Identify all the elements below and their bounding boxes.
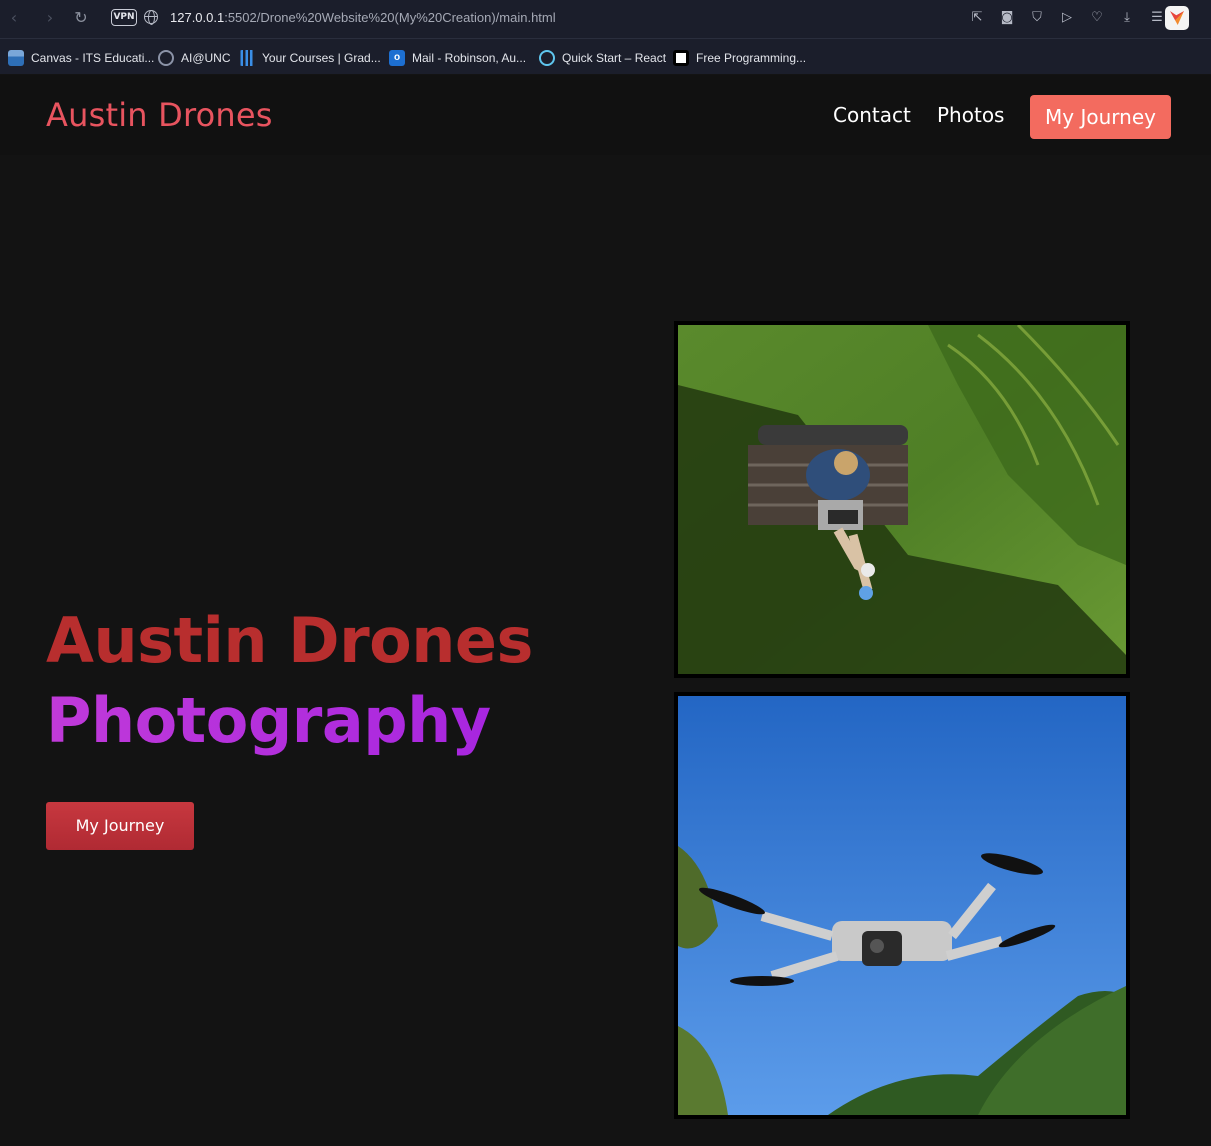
hero-title-line2: Photography	[46, 681, 533, 761]
bookmark-mail[interactable]: o Mail - Robinson, Au...	[389, 50, 526, 66]
share-icon[interactable]: ⇱	[969, 9, 985, 27]
site-header: Austin Drones Contact Photos My Journey	[0, 75, 1211, 155]
vivaldi-icon[interactable]	[1165, 6, 1189, 30]
nav-my-journey-button[interactable]: My Journey	[1030, 95, 1171, 139]
bar-chart-icon	[239, 50, 255, 66]
shield-icon[interactable]: ⛉	[1029, 9, 1045, 27]
drone-in-sky-image	[678, 696, 1126, 1115]
bookmark-label: Mail - Robinson, Au...	[412, 51, 527, 65]
bookmark-label: Canvas - ITS Educati...	[31, 51, 155, 65]
bookmarks-bar: Canvas - ITS Educati... AI@UNC Your Cour…	[0, 38, 1211, 74]
globe-icon	[144, 10, 158, 25]
person-on-bench-image	[678, 325, 1126, 674]
outlook-icon: o	[389, 50, 405, 66]
ai-icon	[158, 50, 174, 66]
back-icon[interactable]: ‹	[4, 8, 24, 28]
reload-icon[interactable]: ↻	[71, 8, 91, 28]
bookmark-label: Quick Start – React	[562, 51, 667, 65]
hero-my-journey-button[interactable]: My Journey	[46, 802, 194, 850]
camera-icon[interactable]: ◙	[999, 9, 1015, 27]
bookmark-canvas[interactable]: Canvas - ITS Educati...	[8, 50, 154, 66]
bookmark-courses[interactable]: Your Courses | Grad...	[239, 50, 381, 66]
bookmark-label: AI@UNC	[181, 51, 231, 65]
bookmark-freecodecamp[interactable]: Free Programming...	[673, 50, 806, 66]
freecodecamp-icon	[673, 50, 689, 66]
url-host: 127.0.0.1	[170, 10, 225, 25]
heart-icon[interactable]: ♡	[1089, 9, 1105, 27]
canvas-icon	[8, 50, 24, 66]
toolbar-icons: ⇱ ◙ ⛉ ▷ ♡ ⤓ ☰	[969, 9, 1165, 27]
url-path: :5502/Drone%20Website%20(My%20Creation)/…	[224, 10, 556, 25]
bookmark-label: Your Courses | Grad...	[262, 51, 381, 65]
hero-title-line1: Austin Drones	[46, 604, 533, 677]
vpn-badge[interactable]: VPN	[111, 9, 137, 26]
bookmark-ai-unc[interactable]: AI@UNC	[158, 50, 231, 66]
hero-title: Austin Drones Photography	[46, 601, 533, 761]
forward-icon[interactable]: ›	[40, 8, 60, 28]
photo-person-on-bench	[674, 321, 1130, 678]
play-icon[interactable]: ▷	[1059, 9, 1075, 27]
react-icon	[539, 50, 555, 66]
web-page: Austin Drones Contact Photos My Journey …	[0, 75, 1211, 1146]
bookmark-react[interactable]: Quick Start – React	[539, 50, 666, 66]
browser-toolbar: ‹ › ↻ VPN 127.0.0.1:5502/Drone%20Website…	[0, 0, 1211, 38]
photo-drone-in-sky	[674, 692, 1130, 1119]
nav-photos-link[interactable]: Photos	[937, 103, 1004, 127]
menu-icon[interactable]: ☰	[1149, 9, 1165, 27]
address-bar[interactable]: 127.0.0.1:5502/Drone%20Website%20(My%20C…	[170, 10, 556, 25]
download-icon[interactable]: ⤓	[1119, 9, 1135, 27]
nav-contact-link[interactable]: Contact	[833, 103, 911, 127]
bookmark-label: Free Programming...	[696, 51, 807, 65]
site-logo[interactable]: Austin Drones	[46, 96, 273, 134]
